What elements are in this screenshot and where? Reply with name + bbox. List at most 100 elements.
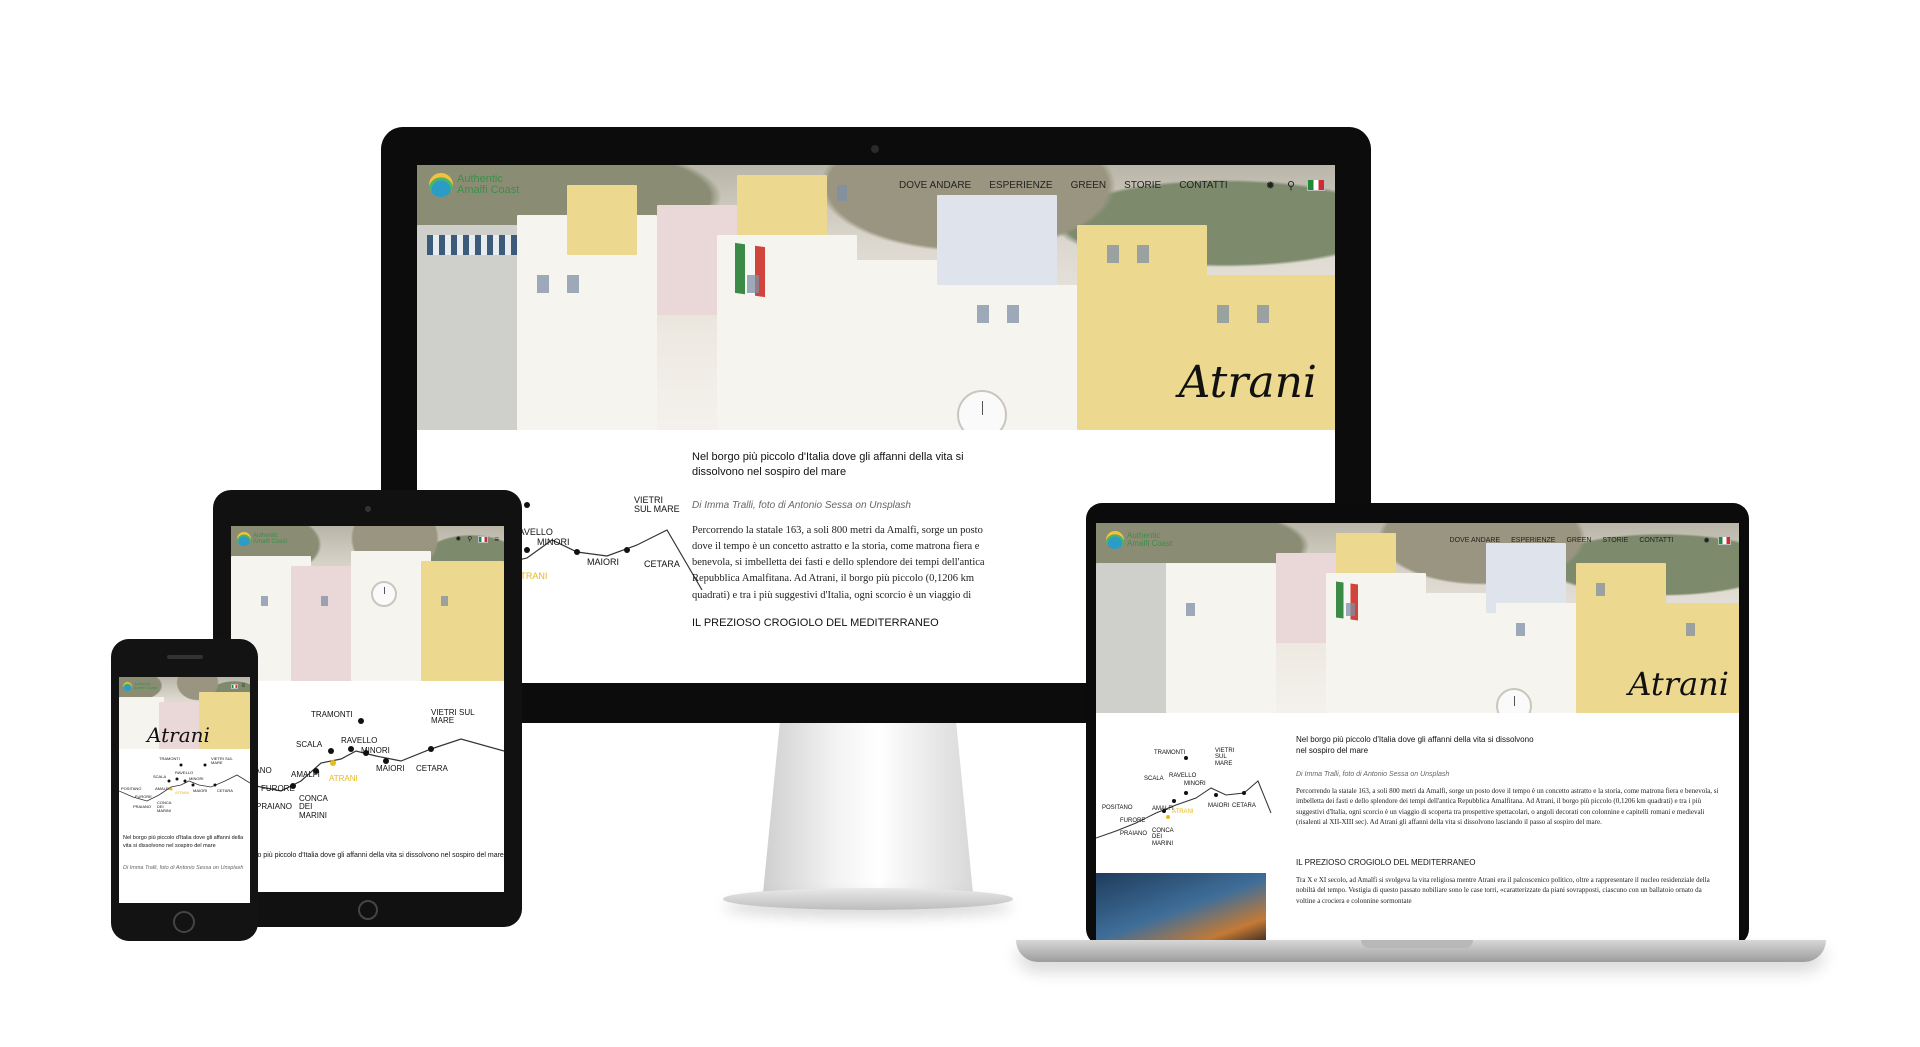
search-icon[interactable]: ⚲ [467,535,472,543]
monitor-camera [871,145,879,153]
laptop-article-content: TRAMONTI VIETRI SUL MARE SCALA RAVELLO M… [1096,713,1739,945]
map-label-positano: POSITANO [1102,805,1133,811]
tablet: Authentic Amalfi Coast ✹ ⚲ ≡ TRAMONTI VI… [213,490,522,927]
map-label-atrani: ATRANI [329,774,358,783]
nav-item-esperienze[interactable]: ESPERIENZE [1511,537,1555,544]
article-photo [1096,873,1266,945]
map-label-maiori: MAIORI [376,764,405,773]
map-label-minori: MINORI [361,746,390,755]
nav-item-storie[interactable]: STORIE [1602,537,1628,544]
laptop-hero-title: Atrani [1628,665,1729,703]
nav-item-storie[interactable]: STORIE [1124,180,1161,191]
article-lead: Nel borgo più piccolo d'Italia dove gli … [231,852,504,859]
menu-icon[interactable]: ≡ [494,535,499,544]
map-label-ravello: RAVELLO [175,770,194,775]
gear-icon[interactable]: ✹ [1703,536,1710,545]
phone-article-content: TRAMONTI VIETRI SUL MARE SCALA RAVELLO M… [119,749,250,903]
laptop-logo-text[interactable]: Authentic Amalfi Coast [1127,532,1172,548]
laptop-screen: Authentic Amalfi Coast DOVE ANDARE ESPER… [1096,523,1739,945]
header-icons: ✹ ⚲ [1266,179,1325,192]
logo-line-2: Amalfi Coast [1127,539,1173,548]
tablet-article-content: TRAMONTI VIETRI SUL MARE SCALA RAVELLO M… [231,681,504,892]
map-label-tramonti: TRAMONTI [311,710,353,719]
nav-item-esperienze[interactable]: ESPERIENZE [989,180,1052,191]
nav-item-green[interactable]: GREEN [1071,180,1107,191]
article-byline: Di Imma Tralli, foto di Antonio Sessa on… [692,499,911,511]
gear-icon[interactable]: ✹ [455,535,461,543]
tablet-screen: Authentic Amalfi Coast ✹ ⚲ ≡ TRAMONTI VI… [231,526,504,892]
map-label-praiano: PRAIANO [1120,831,1148,837]
nav-item-contatti[interactable]: CONTATTI [1639,537,1673,544]
article-lead: Nel borgo più piccolo d'Italia dove gli … [1296,735,1534,755]
logo-line-2: Amalfi Coast [134,685,157,690]
logo-icon[interactable] [1106,531,1124,549]
tablet-hero-image: Authentic Amalfi Coast ✹ ⚲ ≡ [231,526,504,681]
smartphone: Authentic Amalfi Coast ≡ Atrani TRAMONTI… [111,639,258,941]
site-logo-text[interactable]: Authentic Amalfi Coast [457,174,519,196]
article-byline: Di Imma Tralli, foto di Antonio Sessa on… [123,865,244,871]
logo-icon[interactable] [237,532,251,546]
laptop: Authentic Amalfi Coast DOVE ANDARE ESPER… [1086,503,1749,945]
italian-flag-icon[interactable] [478,535,489,543]
article-byline: Di Imma Tralli, foto di Antonio Sessa on… [1296,770,1450,778]
map-label-maiori: MAIORI [193,788,208,793]
map-label-maiori: MAIORI [1208,803,1230,809]
map-label-furore: FURORE [1120,818,1146,824]
tablet-header-icons: ✹ ⚲ ≡ [455,535,499,544]
hero-image: Authentic Amalfi Coast DOVE ANDARE ESPER… [417,165,1335,430]
logo-line-2: Amalfi Coast [253,539,288,545]
phone-hero-title: Atrani [147,723,210,747]
monitor-stand [763,723,973,893]
map-label-conca: CONCA DEI MARINI [1152,828,1174,847]
map-label-atrani: ATRANI [1172,809,1194,815]
laptop-hero-image: Authentic Amalfi Coast DOVE ANDARE ESPER… [1096,523,1739,713]
logo-line-2: Amalfi Coast [457,184,520,196]
italian-flag-icon[interactable] [1718,535,1731,545]
italian-flag-icon[interactable] [231,683,239,689]
nav-item-dove-andare[interactable]: DOVE ANDARE [899,180,971,191]
map-label-praiano: PRAIANO [256,802,293,811]
nav-item-green[interactable]: GREEN [1566,537,1591,544]
monitor-stand-base [723,888,1013,910]
article-column: Nel borgo più piccolo d'Italia dove gli … [692,450,992,629]
laptop-route-map: TRAMONTI VIETRI SUL MARE SCALA RAVELLO M… [1096,743,1272,853]
hero-title: Atrani [1178,357,1317,408]
laptop-main-nav: DOVE ANDARE ESPERIENZE GREEN STORIE CONT… [1450,537,1674,544]
map-label-minori: MINORI [189,776,204,781]
phone-screen: Authentic Amalfi Coast ≡ Atrani TRAMONTI… [119,677,250,903]
map-label-cetara: CETARA [217,788,233,793]
map-label-tramonti: TRAMONTI [159,756,180,761]
map-label-amalfi: AMALFI [1152,806,1174,812]
logo-icon[interactable] [123,681,132,691]
map-label-praiano: PRAIANO [133,804,152,809]
map-label-tramonti: TRAMONTI [1154,750,1186,756]
menu-icon[interactable]: ≡ [241,683,245,689]
article-lead: Nel borgo più piccolo d'Italia dove gli … [123,835,244,849]
article-paragraph: Percorrendo la statale 163, a soli 800 m… [1296,786,1719,827]
nav-item-contatti[interactable]: CONTATTI [1179,180,1228,191]
section-title: IL PREZIOSO CROGIOLO DEL MEDITERRANEO [1296,857,1476,867]
gear-icon[interactable]: ✹ [1266,179,1275,192]
article-paragraph-2: Tra X e XI secolo, ad Amalfi si svolgeva… [1296,875,1710,905]
laptop-header-icons: ✹ [1703,535,1731,545]
map-label-ravello: RAVELLO [1169,773,1197,779]
map-label-furore: FURORE [261,784,295,793]
site-header: Authentic Amalfi Coast DOVE ANDARE ESPER… [429,171,1329,199]
map-label-cetara: CETARA [1232,803,1256,809]
phone-header-icons: ≡ [231,683,245,689]
logo-icon[interactable] [429,173,453,197]
map-label-furore: FURORE [135,794,152,799]
nav-item-dove-andare[interactable]: DOVE ANDARE [1450,537,1501,544]
tablet-logo-text[interactable]: Authentic Amalfi Coast [253,533,287,545]
map-label-conca: CONCA DEI MARINI [157,800,172,814]
map-label-vietri: VIETRI SUL MARE [211,756,233,766]
search-icon[interactable]: ⚲ [1287,179,1295,192]
map-label-vietri: VIETRI SUL MARE [634,495,680,515]
phone-logo-text[interactable]: Authentic Amalfi Coast [134,682,157,690]
map-label-scala: SCALA [153,774,167,779]
phone-route-map: TRAMONTI VIETRI SUL MARE SCALA RAVELLO M… [119,753,250,821]
laptop-article-column: Nel borgo più piccolo d'Italia dove gli … [1296,735,1721,915]
italian-flag-icon[interactable] [1307,179,1325,191]
map-label-vietri: VIETRI SUL MARE [1215,748,1235,767]
main-nav: DOVE ANDARE ESPERIENZE GREEN STORIE CONT… [899,180,1228,191]
